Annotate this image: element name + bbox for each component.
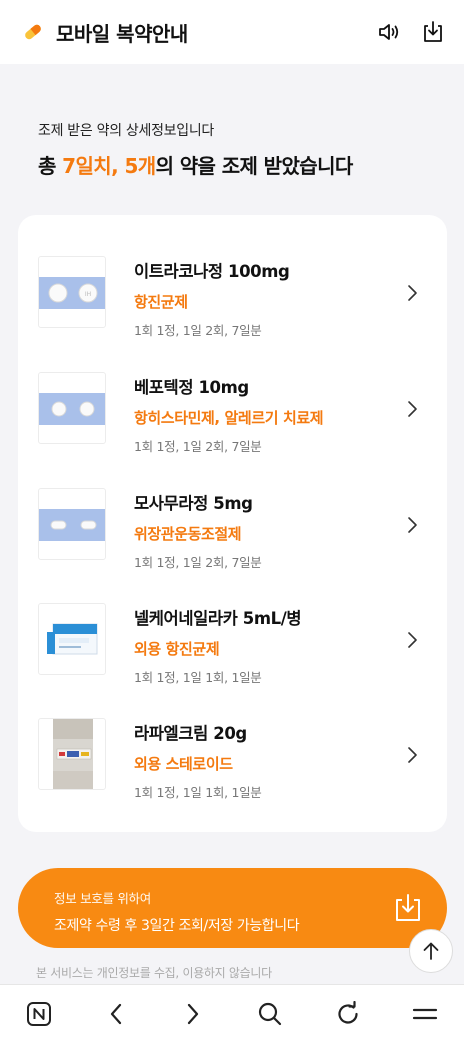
intro-title: 총 7일치, 5개의 약을 조제 받았습니다 [38,150,353,179]
app-title: 모바일 복약안내 [56,21,188,46]
intro-title-suffix: 의 약을 조제 받았습니다 [155,154,354,178]
medication-name: 모사무라정 5mg [134,494,253,513]
banner-line-2: 조제약 수령 후 3일간 조회/저장 가능합니다 [54,918,300,934]
intro-subtitle: 조제 받은 약의 상세정보입니다 [38,123,214,139]
svg-text:IH: IH [85,291,91,298]
medication-dosage: 1회 1정, 1일 1회, 1일분 [134,670,262,685]
chevron-right-icon [408,632,417,648]
medication-name: 넬케어네일라카 5mL/병 [134,609,302,628]
privacy-notice: 본 서비스는 개인정보를 수집, 이용하지 않습니다 [36,966,272,980]
medication-dosage: 1회 1정, 1일 2회, 7일분 [134,439,262,454]
scroll-top-button[interactable] [409,929,453,973]
refresh-icon[interactable] [333,999,363,1029]
back-icon[interactable] [101,999,131,1029]
medication-name: 이트라코나정 100mg [134,262,290,281]
intro-title-prefix: 총 [38,154,63,178]
product-box-image [38,603,106,675]
medication-list-card: IH 이트라코나정 100mg 항진균제 1회 1정, 1일 2회, 7일분 베… [18,215,447,832]
download-icon[interactable] [393,892,423,924]
naver-home-icon[interactable] [24,999,54,1029]
chevron-right-icon [408,401,417,417]
medication-item-itraconazole[interactable]: IH 이트라코나정 100mg 항진균제 1회 1정, 1일 2회, 7일분 [18,256,447,338]
medication-item-mosamura[interactable]: 모사무라정 5mg 위장관운동조절제 1회 1정, 1일 2회, 7일분 [18,488,447,570]
medication-type: 항히스타민제, 알레르기 치료제 [134,409,324,427]
medication-dosage: 1회 1정, 1일 2회, 7일분 [134,323,262,338]
forward-icon[interactable] [178,999,208,1029]
medication-item-nelcare[interactable]: 넬케어네일라카 5mL/병 외용 항진균제 1회 1정, 1일 1회, 1일분 [18,603,447,685]
banner-line-1: 정보 보호를 위하여 [54,891,151,906]
pill-icon [25,24,41,40]
intro-section: 조제 받은 약의 상세정보입니다 총 7일치, 5개의 약을 조제 받았습니다 [38,120,353,179]
arrow-up-icon [423,942,439,960]
download-icon[interactable] [420,19,446,45]
browser-bottom-nav [0,984,464,1040]
app-header: 모바일 복약안내 [0,0,464,64]
medication-type: 위장관운동조절제 [134,525,242,543]
medication-type: 외용 스테로이드 [134,755,233,773]
intro-title-highlight: 7일치, 5개 [62,154,156,178]
speaker-icon[interactable] [376,19,402,45]
medication-name: 라파엘크림 20g [134,724,247,743]
medication-item-rafael-cream[interactable]: 라파엘크림 20g 외용 스테로이드 1회 1정, 1일 1회, 1일분 [18,718,447,800]
medication-dosage: 1회 1정, 1일 2회, 7일분 [134,555,262,570]
chevron-right-icon [408,517,417,533]
pill-image: IH [38,256,106,328]
menu-icon[interactable] [410,999,440,1029]
medication-name: 베포텍정 10mg [134,378,249,397]
privacy-download-banner[interactable]: 정보 보호를 위하여 조제약 수령 후 3일간 조회/저장 가능합니다 [18,868,447,948]
medication-item-bepotec[interactable]: 베포텍정 10mg 항히스타민제, 알레르기 치료제 1회 1정, 1일 2회,… [18,372,447,454]
medication-dosage: 1회 1정, 1일 1회, 1일분 [134,785,262,800]
pill-image [38,372,106,444]
medication-type: 항진균제 [134,293,188,311]
pill-image [38,488,106,560]
chevron-right-icon [408,747,417,763]
chevron-right-icon [408,285,417,301]
medication-type: 외용 항진균제 [134,640,220,658]
product-tube-image [38,718,106,790]
search-icon[interactable] [255,999,285,1029]
